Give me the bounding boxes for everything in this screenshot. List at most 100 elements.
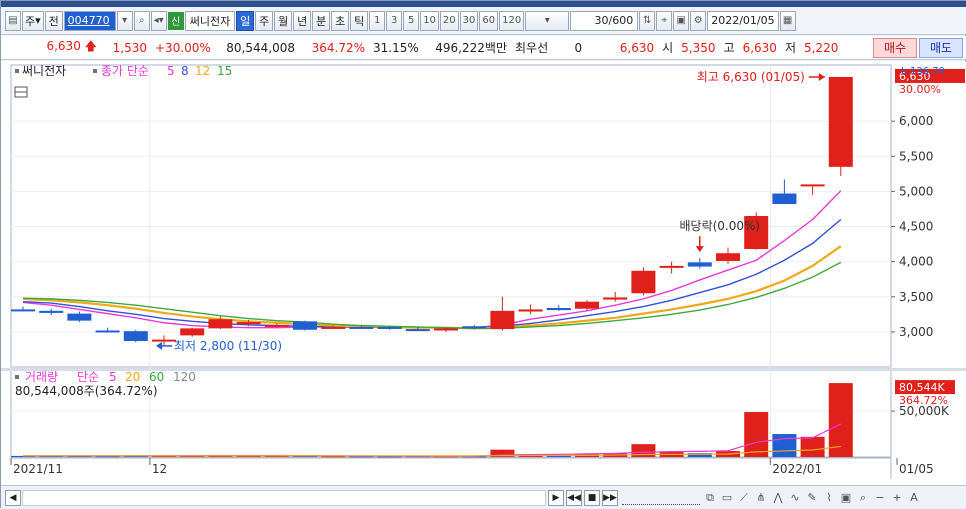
date-input[interactable]: 2022/01/05 — [707, 10, 779, 31]
zoom-icon[interactable]: ⇅ — [639, 10, 656, 31]
pen-icon[interactable]: ✎ — [805, 491, 819, 505]
crosshair-icon[interactable]: ⌖ — [656, 10, 673, 31]
price-change-pct: +30.00% — [155, 40, 211, 55]
volume-tag-value: 80,544K — [899, 381, 945, 394]
prefix-button[interactable]: 전 — [44, 10, 63, 31]
count-input[interactable]: 30/600 — [570, 10, 639, 31]
rewind-icon[interactable]: ◀◀ — [566, 489, 582, 506]
chart-window: ▤ 주 ▾ 전 004770 ▾ ⌕ ◂▾ 신 써니전자 일 주 월 년 분 초 … — [0, 0, 966, 509]
layout-icon[interactable]: ▤ — [5, 10, 21, 31]
period-year[interactable]: 년 — [293, 10, 312, 31]
minute-30[interactable]: 30 — [459, 10, 479, 31]
sell-button[interactable]: 매도 — [919, 37, 963, 58]
period-day[interactable]: 일 — [236, 10, 255, 31]
magnifier-icon[interactable]: ⌕ — [856, 491, 870, 505]
period-second[interactable]: 초 — [331, 10, 350, 31]
current-price: 6,630 🡅 — [1, 37, 101, 58]
custom-period-dropdown[interactable]: ▾ — [525, 10, 570, 31]
legend-volume-period: 120 — [173, 370, 196, 384]
candle-body — [716, 253, 740, 261]
top-clipped-label: L:136.79 — [901, 66, 945, 77]
search-icon[interactable]: ⌕ — [133, 10, 150, 31]
candle-body — [546, 308, 571, 311]
price-tick-label: 5,500 — [899, 149, 933, 163]
legend-volume-period: 20 — [125, 370, 140, 384]
bottom-bar: ◀ ▶ ◀◀ ■ ▶▶ ⧉ ▭ ⟋ ⋔ ⋀ ∿ ✎ ⌇ ▣ ⌕ − + A — [1, 485, 966, 509]
wave-icon[interactable]: ∿ — [788, 491, 802, 505]
low-annotation: 최저 2,800 (11/30) — [174, 339, 282, 353]
legend-ma-period: 5 — [167, 64, 175, 78]
period-week[interactable]: 주 — [255, 10, 274, 31]
screen-icon[interactable]: ▣ — [839, 491, 853, 505]
candle-body — [377, 326, 402, 329]
fan-icon[interactable]: ⋀ — [771, 491, 785, 505]
price-tick-label: 4,000 — [899, 255, 933, 269]
price-tick-label: 6,000 — [899, 114, 933, 128]
toolbar: ▤ 주 ▾ 전 004770 ▾ ⌕ ◂▾ 신 써니전자 일 주 월 년 분 초 … — [1, 7, 966, 35]
candle-body — [405, 329, 430, 332]
minute-1[interactable]: 1 — [369, 10, 386, 31]
priority-value: 0 — [574, 40, 583, 55]
minute-5[interactable]: 5 — [403, 10, 420, 31]
minute-20[interactable]: 20 — [439, 10, 459, 31]
save-icon[interactable]: ▣ — [673, 10, 690, 31]
scroll-track[interactable] — [22, 489, 546, 506]
stock-name: 써니전자 — [184, 10, 236, 31]
legend-ma-period: 15 — [217, 64, 232, 78]
stop-icon[interactable]: ■ — [584, 489, 600, 506]
stock-code-input[interactable]: 004770 — [63, 10, 116, 31]
fast-forward-icon[interactable]: ▶▶ — [602, 489, 618, 506]
volume-ratio: 364.72% — [311, 40, 365, 55]
zoom-slider[interactable] — [622, 491, 700, 505]
candle-body — [800, 184, 825, 187]
period-tick[interactable]: 틱 — [350, 10, 369, 31]
volume-info-label: 80,544,008주(364.72%) — [15, 384, 158, 398]
minute-3[interactable]: 3 — [386, 10, 403, 31]
legend-ma-type: 종가 단순 — [101, 64, 149, 78]
window-icon[interactable]: ▭ — [720, 491, 734, 505]
minus-icon[interactable]: − — [873, 491, 887, 505]
speaker-icon[interactable]: ◂▾ — [150, 10, 167, 31]
period-month[interactable]: 월 — [274, 10, 293, 31]
gear-icon[interactable]: ⚙ — [690, 10, 707, 31]
legend-volume-period: 5 — [109, 370, 117, 384]
low-price: 5,220 — [803, 40, 839, 55]
dropdown-chevron-icon[interactable]: ▾ — [116, 10, 133, 31]
candle-body — [828, 76, 853, 167]
legend-bullet — [93, 69, 97, 73]
period-minute[interactable]: 분 — [312, 10, 331, 31]
candle-body — [772, 193, 797, 205]
trade-amount: 496,222백만 — [435, 41, 507, 55]
plus-icon[interactable]: + — [890, 491, 904, 505]
price-tag-pct: 30.00% — [899, 83, 941, 96]
price-change: 1,530 — [112, 40, 147, 55]
low-label: 저 — [784, 41, 796, 55]
fib-icon[interactable]: ⋔ — [754, 491, 768, 505]
type-select[interactable]: 주 ▾ — [22, 10, 44, 31]
buy-button[interactable]: 매수 — [873, 37, 917, 58]
candle-body — [349, 326, 374, 329]
open-price: 5,350 — [681, 40, 716, 55]
price-tick-label: 5,000 — [899, 184, 933, 198]
scroll-left-icon[interactable]: ◀ — [5, 489, 21, 506]
minute-120[interactable]: 120 — [499, 10, 525, 31]
x-tick-label: 2022/01 — [772, 462, 822, 476]
ask-price: 6,630 — [619, 40, 655, 55]
candle-body — [67, 313, 92, 321]
brush-icon[interactable]: ⌇ — [822, 491, 836, 505]
minute-10[interactable]: 10 — [420, 10, 439, 31]
candle-body — [123, 331, 148, 342]
legend-volume-type: 단순 — [77, 370, 99, 384]
candle-body — [321, 326, 346, 329]
volume-bar — [800, 436, 825, 457]
font-icon[interactable]: A — [907, 491, 921, 505]
calendar-icon[interactable]: ▦ — [779, 10, 796, 31]
candle-body — [631, 270, 656, 294]
play-icon[interactable]: ▶ — [548, 489, 564, 506]
price-chart[interactable]: 3,000 3,500 4,000 4,500 5,000 5,500 6,000 최고 6,… — [1, 61, 966, 485]
legend-ma-period: 12 — [195, 64, 210, 78]
candle-body — [39, 310, 64, 313]
minute-60[interactable]: 60 — [479, 10, 499, 31]
trend-icon[interactable]: ⟋ — [737, 491, 751, 505]
copy-icon[interactable]: ⧉ — [703, 491, 717, 505]
